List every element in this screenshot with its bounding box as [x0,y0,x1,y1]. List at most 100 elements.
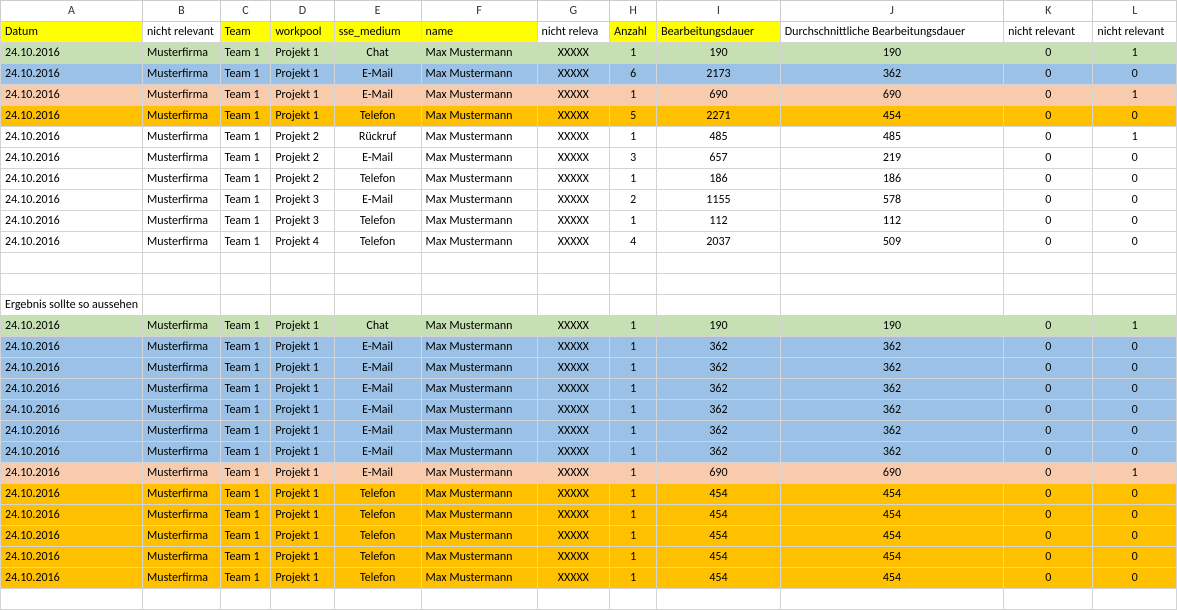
cell-C[interactable]: Team 1 [220,127,271,148]
cell-L[interactable]: 0 [1093,568,1177,589]
cell-I[interactable]: 485 [657,127,781,148]
cell-H[interactable]: 4 [610,232,657,253]
empty-cell[interactable] [271,274,334,295]
cell-C[interactable]: Team 1 [220,526,271,547]
cell-E[interactable]: E-Mail [334,148,421,169]
column-header-E[interactable]: E [334,1,421,22]
empty-cell[interactable] [334,589,421,610]
cell-L[interactable]: 0 [1093,358,1177,379]
empty-cell[interactable] [1093,589,1177,610]
cell-I[interactable]: 454 [657,568,781,589]
header-cell-H[interactable]: Anzahl [610,22,657,43]
cell-I[interactable]: 454 [657,547,781,568]
cell-G[interactable]: XXXXX [537,337,610,358]
cell-C[interactable]: Team 1 [220,106,271,127]
cell-L[interactable]: 1 [1093,463,1177,484]
cell-F[interactable]: Max Mustermann [421,400,537,421]
cell-C[interactable]: Team 1 [220,484,271,505]
cell-L[interactable]: 0 [1093,190,1177,211]
cell-B[interactable]: Musterfirma [143,505,221,526]
cell-G[interactable]: XXXXX [537,64,610,85]
cell-I[interactable]: 190 [657,316,781,337]
cell-C[interactable]: Team 1 [220,358,271,379]
cell-G[interactable]: XXXXX [537,316,610,337]
cell-J[interactable]: 454 [780,484,1003,505]
cell-F[interactable]: Max Mustermann [421,43,537,64]
empty-cell[interactable] [1004,253,1093,274]
cell-C[interactable]: Team 1 [220,148,271,169]
cell-H[interactable]: 1 [610,526,657,547]
cell-E[interactable]: E-Mail [334,190,421,211]
cell-J[interactable]: 362 [780,379,1003,400]
empty-cell[interactable] [421,253,537,274]
empty-cell[interactable] [537,253,610,274]
cell-E[interactable]: Chat [334,316,421,337]
cell-G[interactable]: XXXXX [537,526,610,547]
cell-A[interactable]: 24.10.2016 [1,484,143,505]
empty-cell[interactable] [271,295,334,316]
cell-I[interactable]: 690 [657,85,781,106]
cell-F[interactable]: Max Mustermann [421,337,537,358]
cell-F[interactable]: Max Mustermann [421,547,537,568]
empty-cell[interactable] [657,295,781,316]
cell-K[interactable]: 0 [1004,547,1093,568]
cell-G[interactable]: XXXXX [537,106,610,127]
cell-A[interactable]: 24.10.2016 [1,85,143,106]
cell-H[interactable]: 1 [610,463,657,484]
cell-G[interactable]: XXXXX [537,421,610,442]
cell-A[interactable]: 24.10.2016 [1,568,143,589]
cell-J[interactable]: 485 [780,127,1003,148]
empty-cell[interactable] [657,253,781,274]
cell-K[interactable]: 0 [1004,358,1093,379]
cell-K[interactable]: 0 [1004,232,1093,253]
cell-I[interactable]: 2037 [657,232,781,253]
cell-E[interactable]: E-Mail [334,64,421,85]
cell-B[interactable]: Musterfirma [143,127,221,148]
cell-L[interactable]: 0 [1093,64,1177,85]
cell-H[interactable]: 1 [610,169,657,190]
cell-B[interactable]: Musterfirma [143,421,221,442]
column-header-L[interactable]: L [1093,1,1177,22]
cell-I[interactable]: 2173 [657,64,781,85]
empty-cell[interactable] [610,253,657,274]
cell-L[interactable]: 1 [1093,316,1177,337]
cell-F[interactable]: Max Mustermann [421,484,537,505]
cell-A[interactable]: 24.10.2016 [1,379,143,400]
cell-A[interactable]: 24.10.2016 [1,463,143,484]
cell-B[interactable]: Musterfirma [143,106,221,127]
empty-cell[interactable] [780,589,1003,610]
cell-D[interactable]: Projekt 1 [271,400,334,421]
cell-B[interactable]: Musterfirma [143,190,221,211]
cell-K[interactable]: 0 [1004,379,1093,400]
cell-L[interactable]: 0 [1093,421,1177,442]
cell-B[interactable]: Musterfirma [143,43,221,64]
cell-E[interactable]: Telefon [334,484,421,505]
cell-I[interactable]: 362 [657,379,781,400]
cell-C[interactable]: Team 1 [220,442,271,463]
cell-D[interactable]: Projekt 1 [271,568,334,589]
cell-A[interactable]: 24.10.2016 [1,169,143,190]
empty-cell[interactable] [780,274,1003,295]
cell-G[interactable]: XXXXX [537,190,610,211]
header-cell-G[interactable]: nicht releva [537,22,610,43]
cell-C[interactable]: Team 1 [220,463,271,484]
cell-C[interactable]: Team 1 [220,568,271,589]
header-cell-C[interactable]: Team [220,22,271,43]
cell-J[interactable]: 362 [780,358,1003,379]
cell-I[interactable]: 454 [657,526,781,547]
cell-K[interactable]: 0 [1004,106,1093,127]
cell-K[interactable]: 0 [1004,316,1093,337]
empty-cell[interactable] [780,253,1003,274]
cell-I[interactable]: 454 [657,484,781,505]
cell-G[interactable]: XXXXX [537,568,610,589]
cell-A[interactable]: 24.10.2016 [1,526,143,547]
cell-J[interactable]: 362 [780,64,1003,85]
cell-G[interactable]: XXXXX [537,85,610,106]
cell-I[interactable]: 362 [657,358,781,379]
cell-L[interactable]: 0 [1093,442,1177,463]
cell-G[interactable]: XXXXX [537,379,610,400]
cell-L[interactable]: 1 [1093,43,1177,64]
cell-I[interactable]: 1155 [657,190,781,211]
cell-F[interactable]: Max Mustermann [421,64,537,85]
cell-F[interactable]: Max Mustermann [421,421,537,442]
